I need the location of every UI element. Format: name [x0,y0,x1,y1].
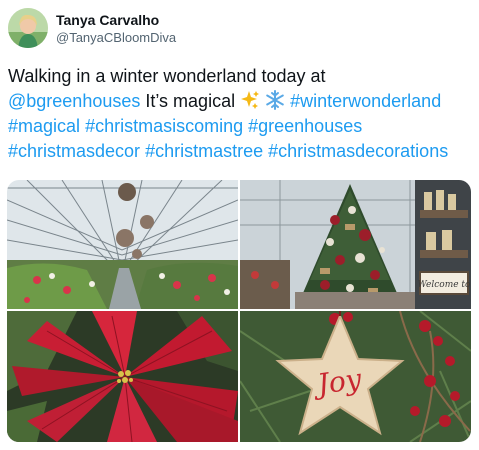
hashtag-link[interactable]: #christmasdecor [8,141,140,161]
hashtag-link[interactable]: #winterwonderland [290,91,441,111]
hashtag-link[interactable]: #christmasiscoming [85,116,243,136]
tweet-header: Tanya Carvalho @TanyaCBloomDiva [8,8,468,52]
snowflake-icon [265,90,285,110]
avatar[interactable] [8,8,48,48]
tweet-line: #magical #christmasiscoming #greenhouses [8,114,474,139]
tweet-text-segment: It’s magical [140,91,241,111]
hashtag-link[interactable]: #magical [8,116,80,136]
tweet-line: #christmasdecor #christmastree #christma… [8,139,474,164]
tweet-text-segment: Walking in a winter wonderland today at [8,66,326,86]
welcome-sign-text: Welcome to [418,280,471,290]
tweet-line: Walking in a winter wonderland today at [8,64,474,89]
author-name[interactable]: Tanya Carvalho [56,12,159,28]
sparkles-icon [240,90,260,110]
hashtag-link[interactable]: #christmastree [145,141,263,161]
tweet-text: Walking in a winter wonderland today at … [8,64,474,164]
tweet-line: @bgreenhouses It’s magical #winterwonder… [8,89,474,114]
greenhouse-interior-photo[interactable] [7,180,238,309]
mention-link[interactable]: @bgreenhouses [8,91,140,111]
author-handle[interactable]: @TanyaCBloomDiva [56,30,176,45]
hashtag-link[interactable]: #greenhouses [248,116,362,136]
media-grid: Welcome to Joy [7,180,471,442]
joy-ornament-text: Joy [310,362,364,402]
hashtag-link[interactable]: #christmasdecorations [268,141,448,161]
joy-star-ornament-photo[interactable]: Joy [240,311,471,442]
poinsettia-photo[interactable] [7,311,238,442]
christmas-tree-photo[interactable]: Welcome to [240,180,471,309]
